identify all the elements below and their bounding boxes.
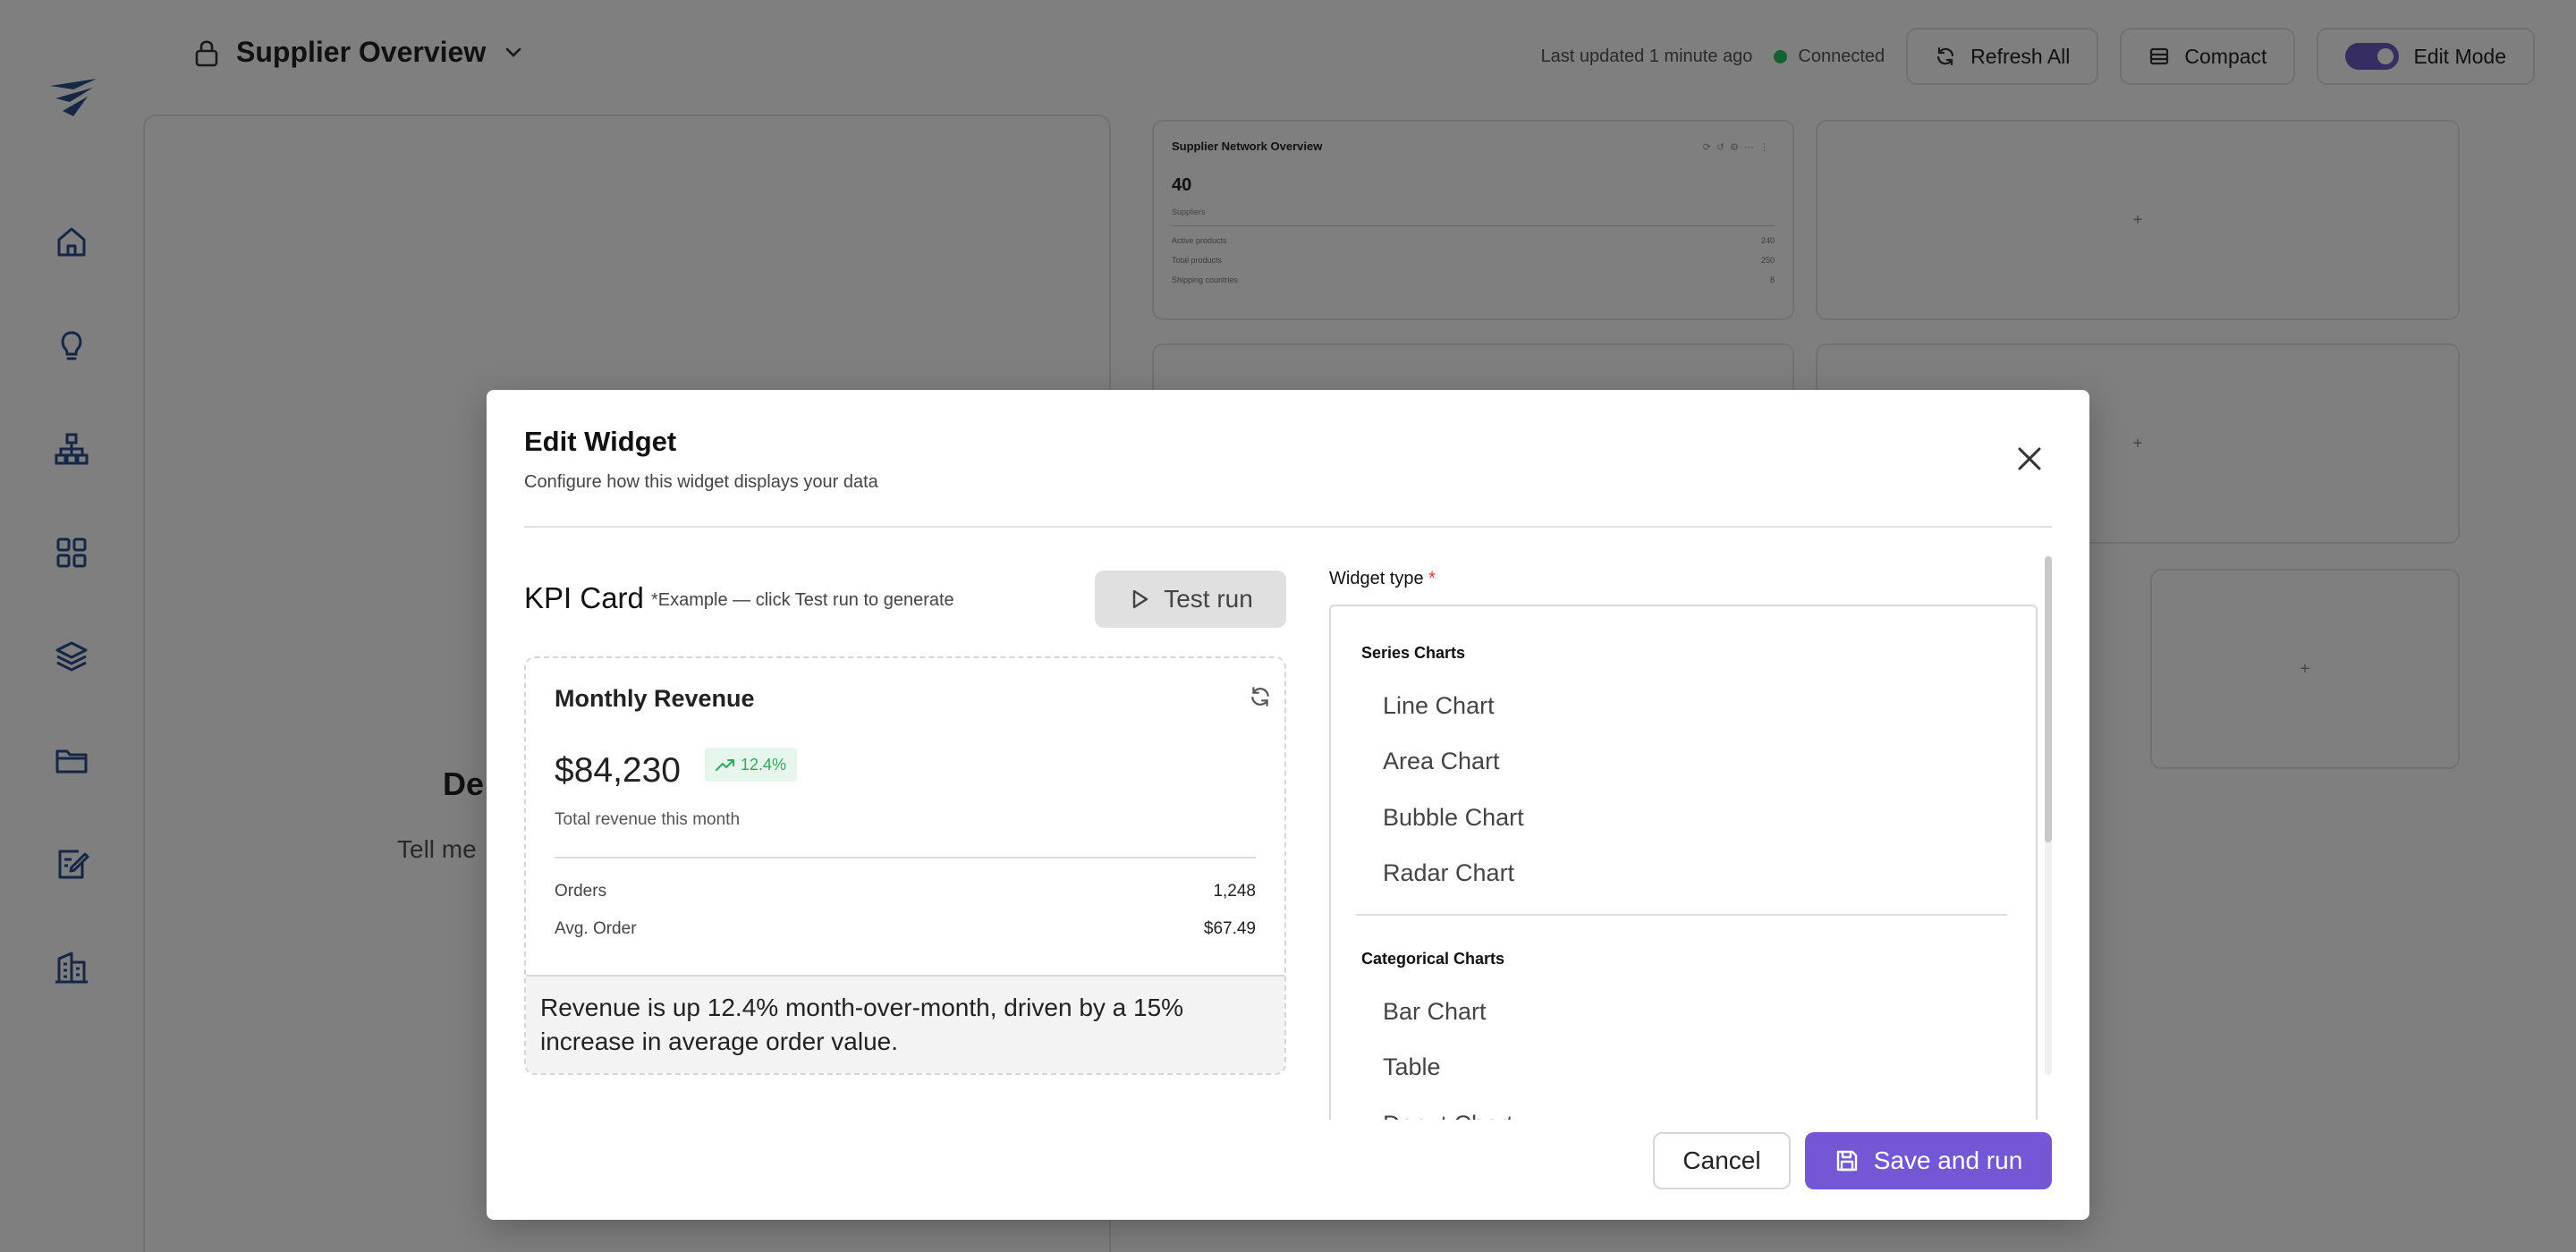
trend-up-icon: [716, 759, 734, 771]
save-and-run-label: Save and run: [1873, 1146, 2023, 1174]
option-bubble-chart[interactable]: Bubble Chart: [1383, 804, 1524, 832]
kpi-row-value: $67.49: [1203, 919, 1256, 938]
widget-type-list[interactable]: Series Charts Line Chart Area Chart Bubb…: [1329, 605, 2038, 1120]
example-note: *Example — click Test run to generate: [651, 590, 954, 610]
kpi-value: $84,230: [555, 751, 681, 790]
option-donut-chart[interactable]: Donut Chart: [1383, 1111, 1513, 1120]
required-marker: *: [1428, 569, 1436, 588]
test-run-label: Test run: [1164, 585, 1253, 613]
kpi-change-badge: 12.4%: [705, 748, 798, 782]
divider: [1356, 914, 2007, 916]
kpi-detail-row: Orders 1,248: [555, 882, 1256, 901]
kpi-row-label: Orders: [555, 882, 607, 901]
dialog-title: Edit Widget: [524, 426, 677, 457]
close-button[interactable]: [2014, 444, 2045, 474]
kpi-caption: Total revenue this month: [555, 810, 741, 829]
save-and-run-button[interactable]: Save and run: [1805, 1132, 2052, 1189]
kpi-insight-text: Revenue is up 12.4% month-over-month, dr…: [526, 975, 1284, 1073]
kpi-row-value: 1,248: [1213, 882, 1256, 901]
option-bar-chart[interactable]: Bar Chart: [1383, 998, 1487, 1026]
group-heading-categorical: Categorical Charts: [1361, 950, 1505, 968]
play-icon: [1132, 589, 1148, 609]
refresh-icon[interactable]: [1249, 685, 1272, 708]
option-area-chart[interactable]: Area Chart: [1383, 748, 1500, 775]
kpi-detail-row: Avg. Order $67.49: [555, 919, 1256, 939]
scrollbar-thumb[interactable]: [2045, 556, 2052, 842]
group-heading-series: Series Charts: [1361, 644, 1466, 662]
widget-type-label: Widget type *: [1329, 569, 1436, 588]
kpi-preview-card: Monthly Revenue $84,230 12.4% Total reve…: [524, 656, 1286, 1075]
dialog-subtitle: Configure how this widget displays your …: [524, 472, 878, 492]
option-radar-chart[interactable]: Radar Chart: [1383, 859, 1514, 887]
widget-kind-label: KPI Card: [524, 581, 644, 614]
close-icon: [2018, 447, 2041, 470]
kpi-change-value: 12.4%: [741, 755, 787, 774]
test-run-button[interactable]: Test run: [1095, 571, 1286, 628]
cancel-button[interactable]: Cancel: [1653, 1132, 1791, 1189]
option-line-chart[interactable]: Line Chart: [1383, 692, 1495, 720]
divider: [524, 526, 2052, 528]
option-table[interactable]: Table: [1383, 1053, 1441, 1081]
edit-widget-dialog: Edit Widget Configure how this widget di…: [487, 390, 2089, 1220]
divider: [555, 857, 1256, 859]
save-icon: [1836, 1150, 1857, 1172]
kpi-title: Monthly Revenue: [555, 685, 755, 712]
kpi-row-label: Avg. Order: [555, 919, 637, 938]
